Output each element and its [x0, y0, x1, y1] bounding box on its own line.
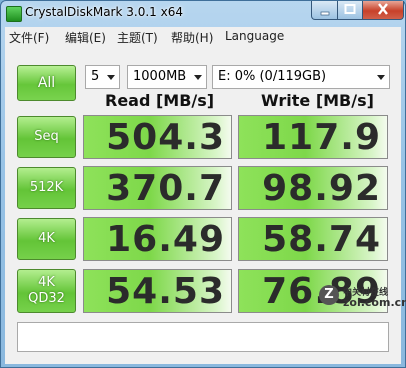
drive-value: E: 0% (0/119GB) [218, 69, 327, 84]
test-seq-label: Seq [34, 129, 59, 144]
4k-read-result: 16.49 [83, 217, 232, 261]
512k-write-result: 98.92 [238, 166, 388, 210]
menu-file[interactable]: 文件(F) [9, 29, 49, 46]
seq-write-result: 117.9 [238, 115, 388, 159]
chevron-down-icon [194, 75, 202, 80]
title-bar[interactable]: CrystalDiskMark 3.0.1 x64 [1, 1, 405, 25]
seq-read-value: 504.3 [106, 117, 225, 158]
test-count-select[interactable]: 5 [85, 65, 120, 89]
512k-read-value: 370.7 [106, 168, 225, 209]
main-panel: All 5 1000MB E: 0% (0/119GB) Read [MB/s]… [5, 46, 401, 364]
close-icon [378, 3, 388, 15]
512k-write-value: 98.92 [262, 168, 381, 209]
test-4k-button[interactable]: 4K [17, 218, 76, 260]
test-4k-qd32-button[interactable]: 4K QD32 [17, 269, 76, 313]
menu-language[interactable]: Language [225, 29, 284, 43]
menu-edit[interactable]: 编辑(E) [65, 29, 106, 46]
menu-bar: 文件(F) 编辑(E) 主题(T) 帮助(H) Language [5, 27, 401, 47]
write-column-header: Write [MB/s] [261, 91, 374, 110]
chevron-down-icon [107, 75, 115, 80]
watermark-line2: zol.com.cn [343, 296, 406, 309]
zol-logo-icon: Z [319, 285, 339, 305]
close-button[interactable] [362, 1, 404, 20]
4k-read-value: 16.49 [106, 219, 225, 260]
test-4k-qd32-label-line1: 4K [38, 275, 55, 290]
disk-app-icon [6, 6, 22, 22]
test-4k-qd32-label-line2: QD32 [28, 291, 65, 306]
4k-qd32-read-value: 54.53 [106, 271, 225, 312]
test-size-select[interactable]: 1000MB [127, 65, 207, 89]
menu-help[interactable]: 帮助(H) [171, 29, 213, 46]
test-512k-label: 512K [29, 180, 64, 195]
test-seq-button[interactable]: Seq [17, 116, 76, 158]
maximize-button[interactable] [337, 1, 363, 20]
comment-field[interactable] [17, 322, 389, 352]
512k-read-result: 370.7 [83, 166, 232, 210]
test-count-value: 5 [91, 69, 100, 84]
maximize-icon [344, 4, 356, 14]
window-title: CrystalDiskMark 3.0.1 x64 [25, 5, 183, 19]
test-512k-button[interactable]: 512K [17, 167, 76, 209]
minimize-button[interactable] [311, 1, 338, 20]
seq-write-value: 117.9 [262, 117, 381, 158]
4k-write-value: 58.74 [262, 219, 381, 260]
menu-theme[interactable]: 主题(T) [117, 29, 158, 46]
app-window: CrystalDiskMark 3.0.1 x64 文件(F) 编辑(E) 主题… [0, 0, 406, 368]
run-all-button[interactable]: All [17, 65, 76, 101]
4k-qd32-read-result: 54.53 [83, 269, 232, 313]
drive-select[interactable]: E: 0% (0/119GB) [212, 65, 390, 89]
chevron-down-icon [377, 75, 385, 80]
test-4k-label: 4K [38, 231, 55, 246]
read-column-header: Read [MB/s] [105, 91, 215, 110]
test-size-value: 1000MB [133, 69, 187, 84]
zol-watermark: Z 中关村在线 zol.com.cn [319, 283, 406, 315]
minimize-icon [320, 11, 329, 16]
4k-write-result: 58.74 [238, 217, 388, 261]
seq-read-result: 504.3 [83, 115, 232, 159]
